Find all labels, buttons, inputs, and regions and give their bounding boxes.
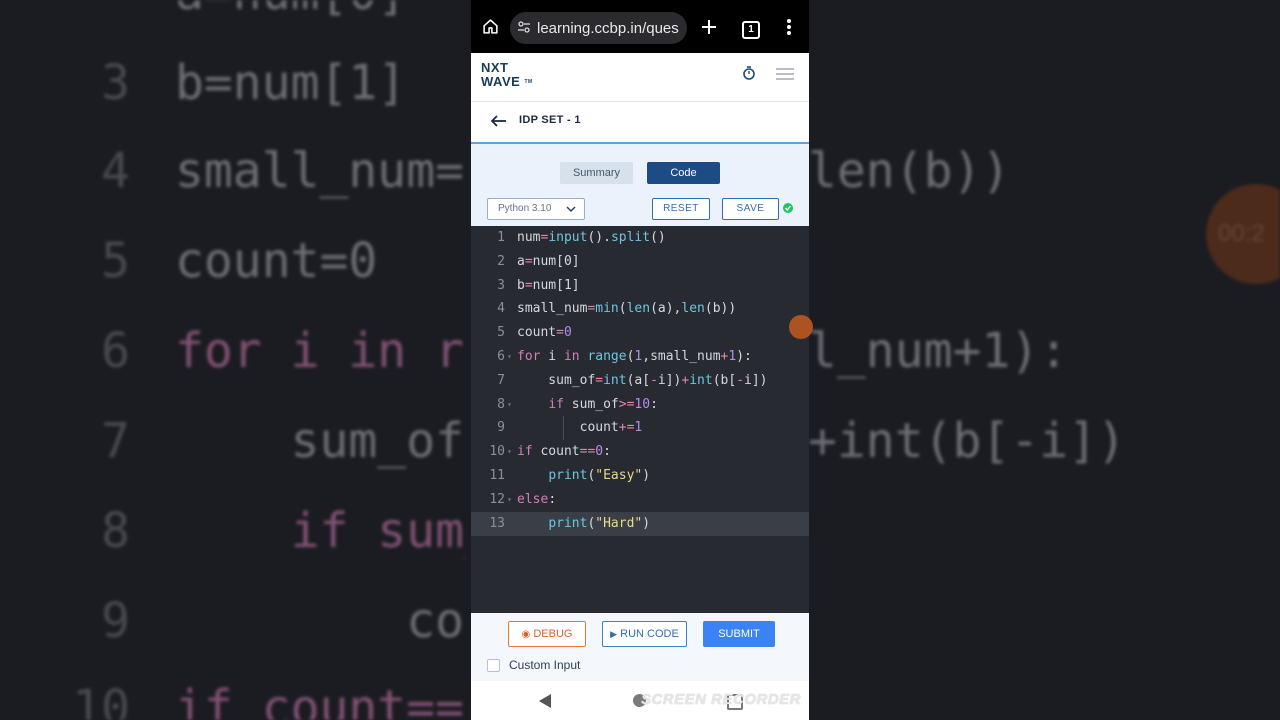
fold-toggle-icon[interactable]: ▾ xyxy=(507,440,512,464)
more-icon[interactable] xyxy=(786,19,792,35)
reset-button[interactable]: RESET xyxy=(652,198,710,220)
browser-toolbar: learning.ccbp.in/ques 1 xyxy=(471,0,809,53)
code-text: if sum_of>=10: xyxy=(548,396,658,412)
site-settings-icon[interactable] xyxy=(518,21,530,33)
line-number: 3 xyxy=(497,277,505,293)
page-title-bar: IDP SET - 1 xyxy=(471,102,809,144)
code-text: if count==0: xyxy=(517,444,611,460)
tab-code[interactable]: Code xyxy=(647,162,720,184)
bg-code-fragment: len(b)) xyxy=(808,143,1011,199)
language-select[interactable]: Python 3.10 xyxy=(487,198,585,220)
line-number: 6 xyxy=(497,349,505,364)
code-text: for i in range(1,small_num+1): xyxy=(517,349,752,364)
stopwatch-icon[interactable] xyxy=(742,66,756,80)
submit-button[interactable]: SUBMIT xyxy=(703,621,775,647)
saved-check-icon xyxy=(783,203,793,213)
run-code-button[interactable]: ▶ RUN CODE xyxy=(602,621,687,647)
phone-screen: learning.ccbp.in/ques 1 NXT WAVE TM IDP … xyxy=(471,0,809,720)
bg-code-fragment: l_num+1): xyxy=(808,323,1069,379)
home-icon[interactable] xyxy=(482,18,499,35)
save-button[interactable]: SAVE xyxy=(722,198,779,220)
new-tab-icon[interactable] xyxy=(702,20,716,34)
nxtwave-logo[interactable]: NXT WAVE TM xyxy=(481,61,533,89)
line-number: 2 xyxy=(497,253,505,269)
android-nav-bar: SCREEN RECORDER xyxy=(471,681,809,720)
chevron-down-icon xyxy=(566,206,576,213)
line-number: 1 xyxy=(497,230,505,245)
debug-button[interactable]: ◉ DEBUG xyxy=(508,621,586,647)
screen-recorder-watermark: SCREEN RECORDER xyxy=(641,691,802,708)
line-number: 12 xyxy=(489,491,505,507)
code-line[interactable]: 4 small_num=min(len(a),len(b)) xyxy=(471,297,809,321)
code-line[interactable]: 13 print("Hard") xyxy=(471,511,809,536)
code-line[interactable]: 6 ▾ for i in range(1,small_num+1): xyxy=(471,345,809,369)
line-number: 13 xyxy=(489,515,505,531)
tabs-icon[interactable]: 1 xyxy=(742,21,760,39)
code-line[interactable]: 1 num=input().split() xyxy=(471,226,809,250)
code-line[interactable]: 12 ▾ else: xyxy=(471,488,809,512)
fold-toggle-icon[interactable]: ▾ xyxy=(507,345,512,369)
code-line[interactable]: 9 count+=1 xyxy=(471,416,809,441)
line-number: 5 xyxy=(497,325,505,341)
code-text: a=num[0] xyxy=(517,253,580,269)
url-text: learning.ccbp.in/ques xyxy=(537,20,679,37)
bug-icon: ◉ xyxy=(521,629,531,640)
address-bar[interactable]: learning.ccbp.in/ques xyxy=(510,12,687,44)
back-arrow-icon[interactable] xyxy=(490,112,508,130)
page-title: IDP SET - 1 xyxy=(519,114,581,126)
code-text: print("Easy") xyxy=(548,468,651,483)
code-text: else: xyxy=(517,491,557,507)
action-bar: ◉ DEBUG ▶ RUN CODE SUBMIT Custom Input xyxy=(471,613,809,681)
code-line[interactable]: 10 ▾ if count==0: xyxy=(471,440,809,464)
bg-timer-bubble: 00:2 xyxy=(1206,184,1280,284)
code-text: count+=1 xyxy=(517,420,643,436)
app-header: NXT WAVE TM xyxy=(471,53,809,102)
custom-input-checkbox[interactable] xyxy=(487,659,500,672)
floating-recorder-bubble[interactable] xyxy=(789,315,813,339)
editor-toolbar: Summary Code Python 3.10 RESET SAVE xyxy=(471,144,809,226)
code-line[interactable]: 3 b=num[1] xyxy=(471,274,809,298)
code-line[interactable]: 11 print("Easy") xyxy=(471,464,809,488)
line-number: 9 xyxy=(497,420,505,436)
line-number: 4 xyxy=(497,301,505,317)
code-text: b=num[1] xyxy=(517,277,580,293)
line-number: 8 xyxy=(497,396,505,412)
bg-code-fragment: +int(b[-i]) xyxy=(808,413,1126,469)
hamburger-menu-icon[interactable] xyxy=(776,68,794,80)
code-line[interactable]: 7 sum_of=int(a[-i])+int(b[-i]) xyxy=(471,369,809,393)
custom-input-label: Custom Input xyxy=(509,658,581,672)
line-number: 11 xyxy=(489,468,505,483)
line-number: 7 xyxy=(497,372,505,388)
language-value: Python 3.10 xyxy=(498,203,552,214)
tab-summary[interactable]: Summary xyxy=(560,162,633,184)
code-text: sum_of=int(a[-i])+int(b[-i]) xyxy=(517,372,768,388)
code-editor[interactable]: 1 num=input().split() 2 a=num[0] 3 b=num[1] 4 s… xyxy=(471,226,809,613)
code-line[interactable]: 2 a=num[0] xyxy=(471,250,809,274)
play-icon: ▶ xyxy=(610,629,618,639)
code-text: num=input().split() xyxy=(517,230,666,245)
code-line[interactable]: 8 ▾ if sum_of>=10: xyxy=(471,393,809,417)
line-number: 10 xyxy=(489,444,505,460)
nav-back-icon[interactable] xyxy=(539,694,551,708)
code-line[interactable]: 5 count=0 xyxy=(471,321,809,345)
fold-toggle-icon[interactable]: ▾ xyxy=(507,393,512,417)
code-text: count=0 xyxy=(517,325,572,341)
code-text: print("Hard") xyxy=(548,515,651,531)
fold-toggle-icon[interactable]: ▾ xyxy=(507,488,512,512)
code-text: small_num=min(len(a),len(b)) xyxy=(517,301,737,317)
